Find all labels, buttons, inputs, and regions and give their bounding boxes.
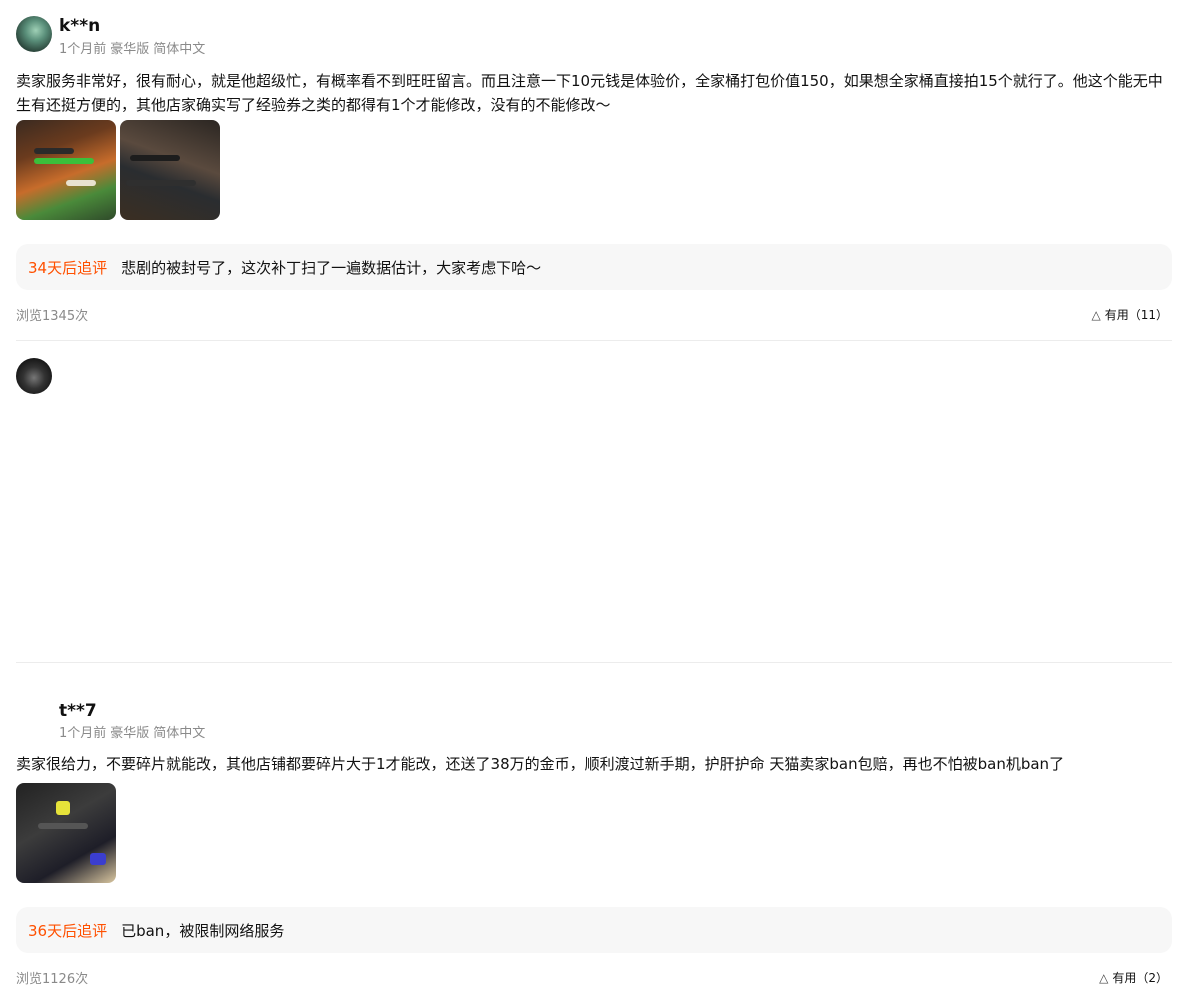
review-item: k**n 1个月前 豪华版 简体中文 卖家服务非常好，很有耐心，就是他超级忙，有概率… — [16, 0, 1172, 341]
triangle-up-outline-icon: △ — [1099, 970, 1109, 985]
view-count: 浏览1345次 — [16, 309, 89, 324]
review-image[interactable] — [120, 120, 220, 220]
useful-button[interactable]: △ 有用（11） — [1091, 306, 1168, 323]
review-content: 卖家很给力，不要碎片就能改，其他店铺都要碎片大于1才能改，还送了38万的金币，顺… — [16, 755, 1065, 773]
followup-review: 36天后追评 已ban，被限制网络服务 — [16, 907, 1172, 953]
review-image[interactable] — [16, 783, 116, 883]
followup-review: 34天后追评 悲剧的被封号了，这次补丁扫了一遍数据估计，大家考虑下哈～ — [16, 244, 1172, 290]
avatar[interactable] — [16, 358, 52, 394]
followup-text: 已ban，被限制网络服务 — [121, 921, 285, 940]
review-language: 简体中文 — [153, 726, 206, 741]
review-time: 1个月前 — [59, 726, 107, 741]
review-sku: 豪华版 — [110, 42, 150, 57]
view-count: 浏览1126次 — [16, 972, 89, 987]
username: t**7 — [59, 701, 97, 721]
review-language: 简体中文 — [153, 42, 206, 57]
triangle-up-outline-icon: △ — [1091, 307, 1101, 322]
review-images — [16, 120, 220, 220]
avatar[interactable] — [16, 16, 52, 52]
review-sku: 豪华版 — [110, 726, 150, 741]
useful-label: 有用（2） — [1112, 971, 1168, 985]
review-item: t**7 1个月前 豪华版 简体中文 卖家很给力，不要碎片就能改，其他店铺都要碎片大… — [16, 341, 1172, 987]
review-meta: 1个月前 豪华版 简体中文 — [59, 722, 209, 741]
useful-label: 有用（11） — [1104, 308, 1168, 322]
useful-button[interactable]: △ 有用（2） — [1099, 969, 1168, 986]
username: k**n — [59, 16, 101, 36]
review-images — [16, 783, 116, 883]
review-image[interactable] — [16, 120, 116, 220]
followup-label: 34天后追评 — [28, 258, 108, 277]
review-meta: 1个月前 豪华版 简体中文 — [59, 38, 209, 57]
followup-text: 悲剧的被封号了，这次补丁扫了一遍数据估计，大家考虑下哈～ — [121, 258, 542, 277]
review-content: 卖家服务非常好，很有耐心，就是他超级忙，有概率看不到旺旺留言。而且注意一下10元… — [16, 72, 1163, 114]
followup-label: 36天后追评 — [28, 921, 108, 940]
review-time: 1个月前 — [59, 42, 107, 57]
